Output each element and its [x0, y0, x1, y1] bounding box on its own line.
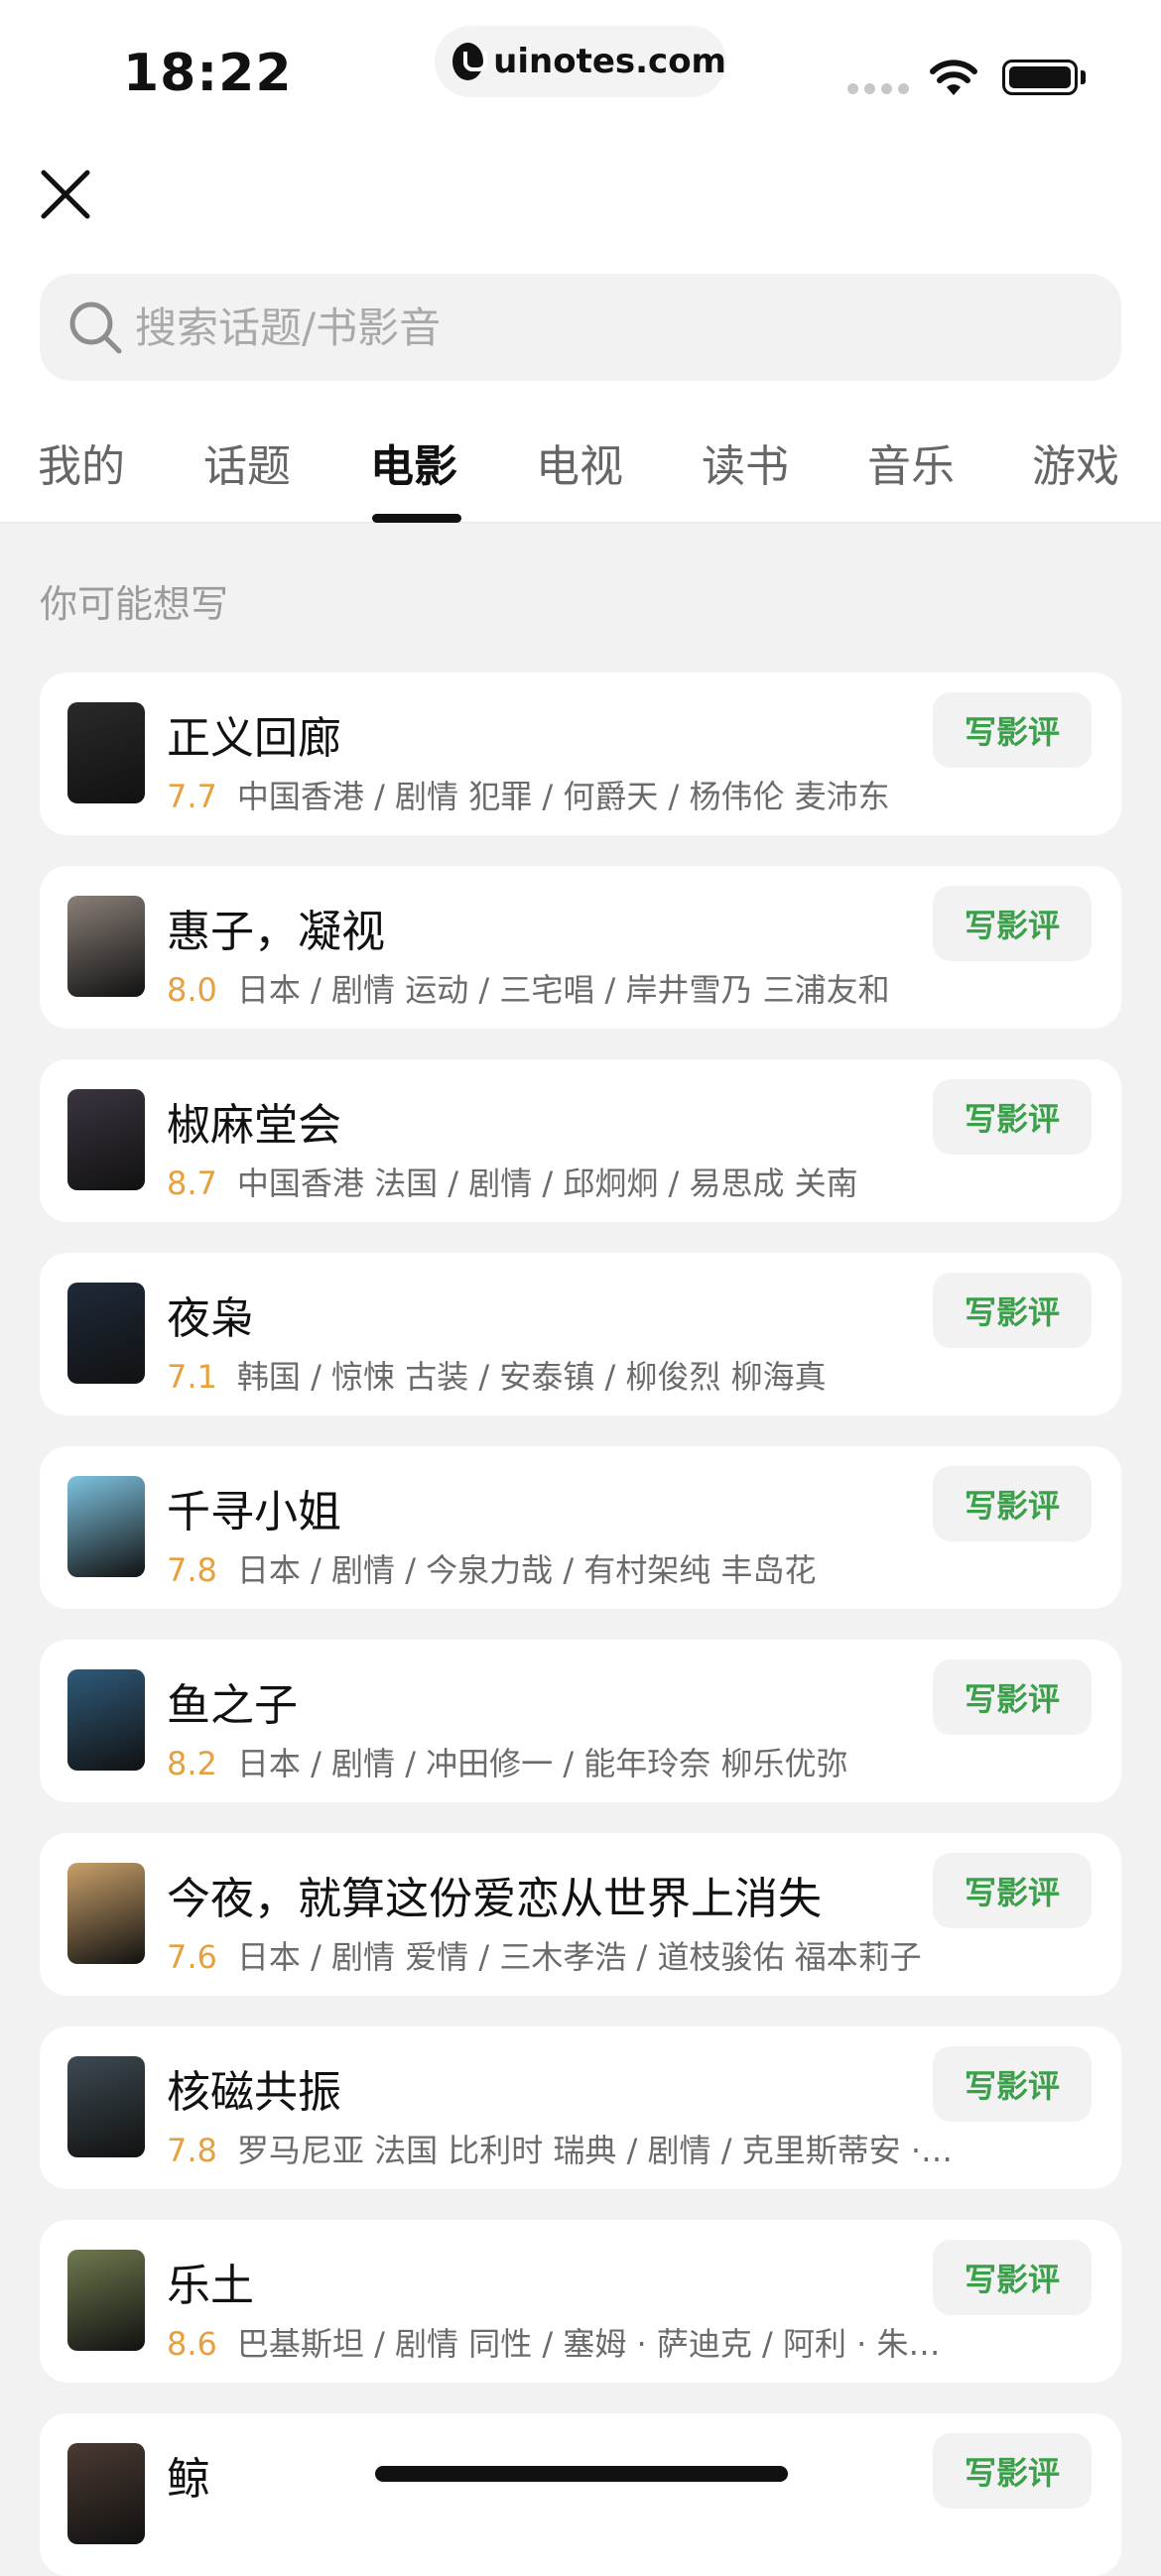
movie-meta-row [167, 2513, 961, 2550]
movie-info: 日本 / 剧情 运动 / 三宅唱 / 岸井雪乃 三浦友和 [236, 971, 890, 1009]
movie-rating: 8.2 [167, 1745, 217, 1782]
movie-poster [67, 1863, 145, 1964]
battery-tip [1081, 70, 1086, 84]
movie-title: 今夜，就算这份爱恋从世界上消失 [167, 1874, 822, 1924]
tab-topics[interactable]: 话题 [203, 430, 291, 494]
movie-info: 日本 / 剧情 / 今泉力哉 / 有村架纯 丰岛花 [236, 1551, 817, 1589]
movie-poster [67, 1283, 145, 1384]
movie-info: 中国香港 / 剧情 犯罪 / 何爵天 / 杨伟伦 麦沛东 [236, 778, 890, 815]
movie-rating: 7.7 [167, 778, 217, 815]
movie-title: 惠子，凝视 [167, 907, 385, 957]
movie-meta-row: 8.2 日本 / 剧情 / 冲田修一 / 能年玲奈 柳乐优弥 [167, 1739, 961, 1784]
tab-music[interactable]: 音乐 [867, 430, 955, 494]
movie-rating: 8.6 [167, 2325, 217, 2363]
header-area: 18:22 uinotes.com 我的 话题 电影 电视 读书 音乐 游戏 [0, 0, 1161, 524]
wifi-icon [930, 60, 977, 95]
write-review-button[interactable]: 写影评 [933, 2433, 1092, 2509]
movie-title: 鱼之子 [167, 1680, 298, 1731]
movie-meta-row: 8.6 巴基斯坦 / 剧情 同性 / 塞姆 · 萨迪克 / 阿利 · 朱尼乔 拉斯… [167, 2319, 961, 2365]
write-review-button[interactable]: 写影评 [933, 2240, 1092, 2315]
movie-rating: 8.0 [167, 971, 217, 1009]
movie-poster [67, 702, 145, 803]
movie-rating: 7.8 [167, 1551, 217, 1589]
movie-poster [67, 2443, 145, 2544]
movie-rating: 7.1 [167, 1358, 217, 1396]
search-icon [69, 302, 122, 354]
movie-card[interactable]: 核磁共振 7.8 罗马尼亚 法国 比利时 瑞典 / 剧情 / 克里斯蒂安 · 蒙吉 … [40, 2026, 1121, 2189]
write-review-button[interactable]: 写影评 [933, 692, 1092, 768]
movie-card[interactable]: 正义回廊 7.7 中国香港 / 剧情 犯罪 / 何爵天 / 杨伟伦 麦沛东 写影评 [40, 673, 1121, 835]
movie-title: 千寻小姐 [167, 1487, 341, 1537]
movie-info: 日本 / 剧情 / 冲田修一 / 能年玲奈 柳乐优弥 [236, 1745, 848, 1782]
movie-info: 中国香港 法国 / 剧情 / 邱炯炯 / 易思成 关南 [236, 1165, 858, 1202]
write-review-button[interactable]: 写影评 [933, 1659, 1092, 1735]
tab-movies[interactable]: 电影 [370, 430, 457, 494]
movie-rating: 8.7 [167, 1165, 217, 1202]
category-tabs: 我的 话题 电影 电视 读书 音乐 游戏 [0, 421, 1161, 524]
write-review-button[interactable]: 写影评 [933, 1079, 1092, 1155]
movie-card[interactable]: 椒麻堂会 8.7 中国香港 法国 / 剧情 / 邱炯炯 / 易思成 关南 写影评 [40, 1059, 1121, 1222]
search-input[interactable] [135, 303, 1078, 352]
status-time: 18:22 [123, 44, 293, 103]
write-review-button[interactable]: 写影评 [933, 1273, 1092, 1348]
movie-info: 韩国 / 惊悚 古装 / 安泰镇 / 柳俊烈 柳海真 [236, 1358, 827, 1396]
movie-card[interactable]: 千寻小姐 7.8 日本 / 剧情 / 今泉力哉 / 有村架纯 丰岛花 写影评 [40, 1446, 1121, 1609]
movie-card[interactable]: 惠子，凝视 8.0 日本 / 剧情 运动 / 三宅唱 / 岸井雪乃 三浦友和 写影评 [40, 866, 1121, 1029]
write-review-button[interactable]: 写影评 [933, 1853, 1092, 1928]
tab-books[interactable]: 读书 [702, 430, 789, 494]
write-review-button[interactable]: 写影评 [933, 886, 1092, 961]
movie-poster [67, 2250, 145, 2351]
movie-meta-row: 7.8 罗马尼亚 法国 比利时 瑞典 / 剧情 / 克里斯蒂安 · 蒙吉 / 玛.… [167, 2126, 961, 2171]
section-label: 你可能想写 [40, 582, 229, 626]
movie-poster [67, 1476, 145, 1577]
movie-meta-row: 7.7 中国香港 / 剧情 犯罪 / 何爵天 / 杨伟伦 麦沛东 [167, 772, 961, 817]
movie-card[interactable]: 今夜，就算这份爱恋从世界上消失 7.6 日本 / 剧情 爱情 / 三木孝浩 / 道枝… [40, 1833, 1121, 1996]
movie-card[interactable]: 鲸 写影评 [40, 2413, 1121, 2576]
movie-info: 罗马尼亚 法国 比利时 瑞典 / 剧情 / 克里斯蒂安 · 蒙吉 / 玛... [236, 2132, 961, 2169]
movie-info: 日本 / 剧情 爱情 / 三木孝浩 / 道枝骏佑 福本莉子 [236, 1938, 922, 1976]
movie-title: 核磁共振 [167, 2067, 341, 2118]
url-pill: uinotes.com [435, 26, 726, 97]
tab-games[interactable]: 游戏 [1032, 430, 1119, 494]
movie-rating: 7.6 [167, 1938, 217, 1976]
movie-title: 正义回廊 [167, 713, 341, 764]
site-logo-icon [452, 43, 488, 80]
tab-mine[interactable]: 我的 [38, 430, 125, 494]
movie-card[interactable]: 鱼之子 8.2 日本 / 剧情 / 冲田修一 / 能年玲奈 柳乐优弥 写影评 [40, 1640, 1121, 1802]
movie-meta-row: 7.1 韩国 / 惊悚 古装 / 安泰镇 / 柳俊烈 柳海真 [167, 1352, 961, 1398]
movie-card[interactable]: 乐土 8.6 巴基斯坦 / 剧情 同性 / 塞姆 · 萨迪克 / 阿利 · 朱尼乔 … [40, 2220, 1121, 2383]
movie-meta-row: 7.6 日本 / 剧情 爱情 / 三木孝浩 / 道枝骏佑 福本莉子 [167, 1932, 961, 1978]
movie-title: 鲸 [167, 2454, 210, 2505]
movie-title: 夜枭 [167, 1293, 254, 1344]
movie-meta-row: 8.7 中国香港 法国 / 剧情 / 邱炯炯 / 易思成 关南 [167, 1159, 961, 1204]
movie-rating: 7.8 [167, 2132, 217, 2169]
close-icon[interactable] [36, 165, 95, 224]
write-review-button[interactable]: 写影评 [933, 1466, 1092, 1541]
movie-info: 巴基斯坦 / 剧情 同性 / 塞姆 · 萨迪克 / 阿利 · 朱尼乔 拉斯蒂 .… [236, 2325, 961, 2363]
tab-tv[interactable]: 电视 [536, 430, 623, 494]
movie-meta-row: 8.0 日本 / 剧情 运动 / 三宅唱 / 岸井雪乃 三浦友和 [167, 965, 961, 1011]
url-text: uinotes.com [493, 42, 726, 81]
movie-poster [67, 896, 145, 997]
movie-poster [67, 1089, 145, 1190]
movie-title: 椒麻堂会 [167, 1100, 341, 1151]
cellular-signal-icon [847, 83, 909, 94]
search-bar[interactable] [40, 274, 1121, 381]
movie-poster [67, 2056, 145, 2157]
active-tab-indicator [372, 514, 461, 523]
movie-title: 乐土 [167, 2261, 254, 2311]
write-review-button[interactable]: 写影评 [933, 2046, 1092, 2122]
home-indicator [375, 2466, 788, 2482]
movie-meta-row: 7.8 日本 / 剧情 / 今泉力哉 / 有村架纯 丰岛花 [167, 1545, 961, 1591]
battery-icon [1002, 60, 1078, 95]
movie-card[interactable]: 夜枭 7.1 韩国 / 惊悚 古装 / 安泰镇 / 柳俊烈 柳海真 写影评 [40, 1253, 1121, 1415]
movie-poster [67, 1669, 145, 1771]
